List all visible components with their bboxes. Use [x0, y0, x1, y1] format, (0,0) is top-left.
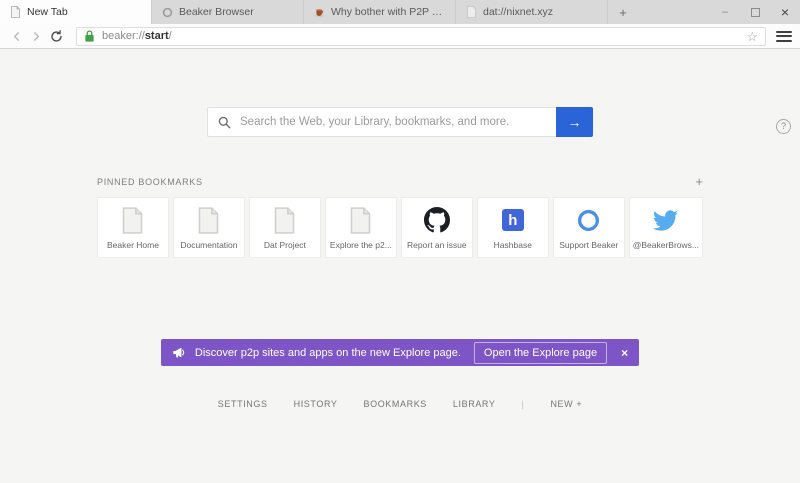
start-page: ? → PINNED BOOKMARKS + Beaker Home	[0, 107, 800, 483]
bookmark-star-icon[interactable]: ☆	[746, 30, 758, 43]
forward-icon	[32, 32, 41, 41]
beaker-logo-icon	[557, 204, 621, 236]
reload-icon	[50, 30, 63, 43]
tab-new-tab[interactable]: New Tab	[0, 0, 152, 24]
reload-button[interactable]	[46, 26, 66, 46]
hamburger-icon	[776, 31, 792, 33]
footer-link-new[interactable]: NEW +	[550, 399, 582, 409]
megaphone-icon	[172, 346, 186, 359]
open-explore-button[interactable]: Open the Explore page	[474, 342, 607, 364]
pinned-header: PINNED BOOKMARKS +	[97, 175, 703, 188]
bookmark-card-beaker-home[interactable]: Beaker Home	[97, 197, 169, 258]
url-bar[interactable]: beaker://start/ ☆	[76, 27, 766, 46]
explore-banner: Discover p2p sites and apps on the new E…	[161, 339, 639, 366]
maximize-button[interactable]	[740, 0, 770, 24]
tab-article[interactable]: Why bother with P2P when you sti...	[304, 0, 456, 24]
close-button[interactable]: ×	[770, 0, 800, 24]
bookmark-label: Support Beaker	[557, 240, 621, 250]
banner-row: Discover p2p sites and apps on the new E…	[0, 339, 800, 366]
github-icon	[405, 204, 469, 236]
forward-button[interactable]	[26, 26, 46, 46]
blank-page-favicon	[465, 6, 477, 18]
navigation-bar: beaker://start/ ☆	[0, 24, 800, 49]
footer-divider: |	[521, 399, 524, 409]
pinned-title: PINNED BOOKMARKS	[97, 177, 203, 187]
url-text: beaker://start/	[102, 30, 172, 42]
footer-link-settings[interactable]: SETTINGS	[218, 399, 268, 409]
hashbase-icon: h	[481, 204, 545, 236]
bookmark-label: Documentation	[177, 240, 241, 250]
footer-nav: SETTINGS HISTORY BOOKMARKS LIBRARY | NEW…	[0, 399, 800, 409]
menu-button[interactable]	[774, 26, 794, 46]
footer-link-library[interactable]: LIBRARY	[453, 399, 496, 409]
minimize-button[interactable]: –	[710, 0, 740, 24]
bookmark-card-support-beaker[interactable]: Support Beaker	[553, 197, 625, 258]
search-icon	[218, 116, 231, 129]
twitter-icon	[633, 204, 699, 236]
new-tab-button[interactable]: +	[608, 0, 638, 24]
add-bookmark-button[interactable]: +	[695, 175, 703, 188]
back-button[interactable]	[6, 26, 26, 46]
bookmark-label: @BeakerBrows...	[633, 240, 699, 250]
bookmark-label: Explore the p2...	[329, 240, 393, 250]
bookmark-label: Beaker Home	[101, 240, 165, 250]
bookmark-card-dat-project[interactable]: Dat Project	[249, 197, 321, 258]
tab-bar: New Tab Beaker Browser Why bother with P…	[0, 0, 800, 24]
bookmark-label: Dat Project	[253, 240, 317, 250]
tabbar-spacer	[638, 0, 710, 24]
beaker-logo-icon	[161, 6, 173, 18]
bookmark-card-twitter[interactable]: @BeakerBrows...	[629, 197, 703, 258]
bookmark-label: Report an issue	[405, 240, 469, 250]
footer-link-bookmarks[interactable]: BOOKMARKS	[364, 399, 427, 409]
search-box	[207, 107, 556, 137]
page-icon	[9, 6, 21, 18]
footer-link-history[interactable]: HISTORY	[294, 399, 338, 409]
back-icon	[12, 32, 21, 41]
arrow-right-icon: →	[568, 114, 582, 130]
bookmark-card-explore[interactable]: Explore the p2...	[325, 197, 397, 258]
tab-dat-nixnet[interactable]: dat://nixnet.xyz	[456, 0, 608, 24]
tab-label: dat://nixnet.xyz	[483, 6, 598, 18]
tab-label: Why bother with P2P when you sti...	[331, 6, 446, 18]
banner-text: Discover p2p sites and apps on the new E…	[195, 347, 461, 359]
help-button[interactable]: ?	[776, 119, 791, 134]
bookmark-label: Hashbase	[481, 240, 545, 250]
pinned-bookmarks-section: PINNED BOOKMARKS + Beaker Home Documenta…	[97, 175, 703, 258]
maximize-icon	[751, 8, 760, 17]
search-row: →	[207, 107, 593, 137]
document-icon	[177, 204, 241, 236]
document-icon	[329, 204, 393, 236]
bookmark-card-report-issue[interactable]: Report an issue	[401, 197, 473, 258]
search-submit-button[interactable]: →	[556, 107, 593, 137]
bookmark-card-hashbase[interactable]: h Hashbase	[477, 197, 549, 258]
secure-lock-icon	[84, 30, 95, 42]
tab-label: New Tab	[27, 6, 142, 18]
coffee-cup-favicon	[313, 6, 325, 18]
search-input[interactable]	[240, 116, 546, 128]
window-controls: – ×	[710, 0, 800, 24]
bookmarks-grid: Beaker Home Documentation Dat Project Ex…	[97, 197, 703, 258]
document-icon	[253, 204, 317, 236]
tab-label: Beaker Browser	[179, 6, 294, 18]
bookmark-card-documentation[interactable]: Documentation	[173, 197, 245, 258]
tab-beaker-browser[interactable]: Beaker Browser	[152, 0, 304, 24]
document-icon	[101, 204, 165, 236]
banner-close-icon[interactable]: ×	[621, 346, 628, 360]
